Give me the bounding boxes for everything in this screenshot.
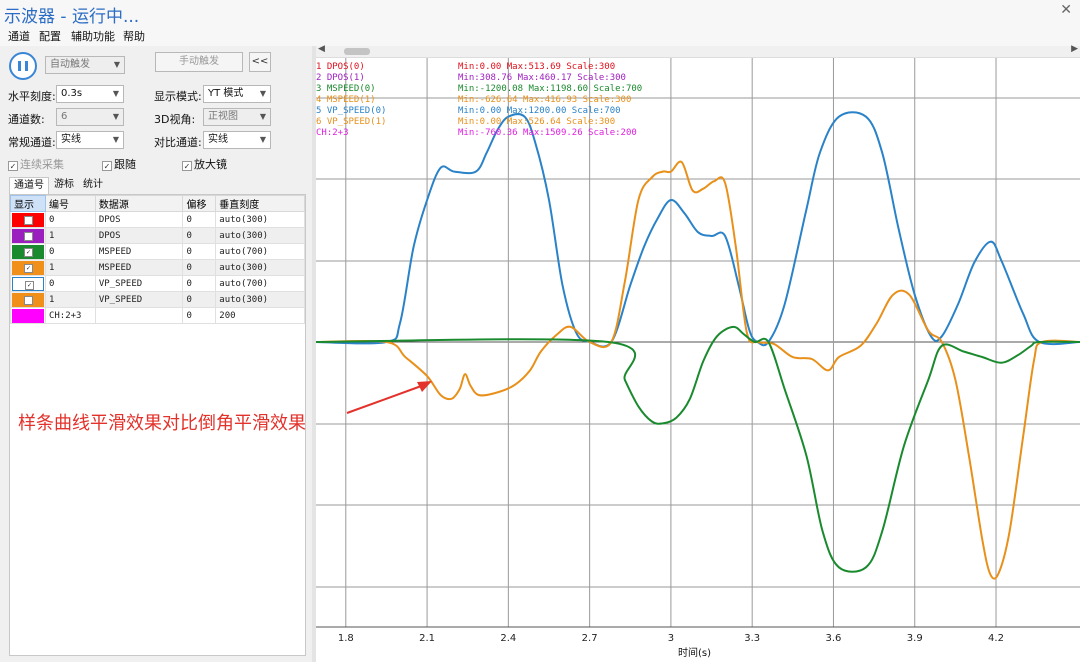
annotation-text: 样条曲线平滑效果对比倒角平滑效果	[18, 413, 306, 434]
arrow-head	[417, 381, 432, 392]
oscilloscope-window: 示波器 - 运行中... ✕ 通道 配置 辅助功能 帮助 自动触发 ▼ 手动触发…	[0, 0, 1080, 662]
arrow-line	[346, 384, 425, 414]
annotation-arrow	[346, 381, 432, 414]
